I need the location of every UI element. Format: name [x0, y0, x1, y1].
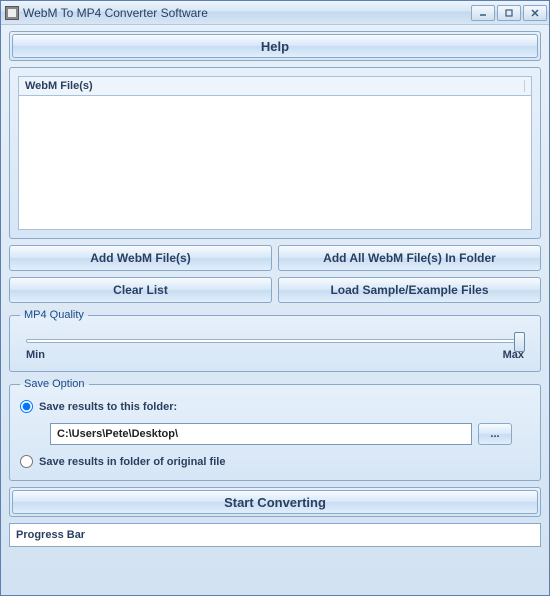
add-files-button[interactable]: Add WebM File(s): [9, 245, 272, 271]
maximize-button[interactable]: [497, 5, 521, 21]
save-path-input[interactable]: [50, 423, 472, 445]
save-to-folder-row[interactable]: Save results to this folder:: [20, 400, 530, 413]
progress-label: Progress Bar: [16, 529, 85, 541]
save-path-row: ...: [20, 415, 530, 453]
main-window: WebM To MP4 Converter Software Help WebM…: [0, 0, 550, 596]
quality-min-label: Min: [26, 349, 45, 361]
button-row-1: Add WebM File(s) Add All WebM File(s) In…: [9, 245, 541, 271]
app-icon: [5, 6, 19, 20]
quality-slider-wrap: Min Max: [20, 329, 530, 361]
titlebar: WebM To MP4 Converter Software: [1, 1, 549, 25]
progress-bar: Progress Bar: [9, 523, 541, 547]
file-list-header-label: WebM File(s): [25, 80, 524, 92]
file-list-header: WebM File(s): [18, 76, 532, 95]
column-divider: [524, 80, 525, 92]
quality-group: MP4 Quality Min Max: [9, 309, 541, 372]
window-title: WebM To MP4 Converter Software: [23, 6, 469, 20]
load-sample-button[interactable]: Load Sample/Example Files: [278, 277, 541, 303]
save-original-label: Save results in folder of original file: [39, 456, 225, 468]
file-list-panel: WebM File(s): [9, 67, 541, 239]
quality-labels: Min Max: [24, 349, 526, 361]
save-option-group: Save Option Save results to this folder:…: [9, 378, 541, 481]
file-list-body[interactable]: [18, 95, 532, 230]
save-original-radio[interactable]: [20, 455, 33, 468]
add-folder-button[interactable]: Add All WebM File(s) In Folder: [278, 245, 541, 271]
quality-slider-thumb[interactable]: [514, 332, 525, 352]
quality-legend: MP4 Quality: [20, 309, 88, 321]
minimize-button[interactable]: [471, 5, 495, 21]
save-option-legend: Save Option: [20, 378, 89, 390]
quality-slider[interactable]: [26, 339, 524, 343]
close-button[interactable]: [523, 5, 547, 21]
save-to-folder-radio[interactable]: [20, 400, 33, 413]
save-to-folder-label: Save results to this folder:: [39, 401, 177, 413]
save-original-row[interactable]: Save results in folder of original file: [20, 455, 530, 468]
button-row-2: Clear List Load Sample/Example Files: [9, 277, 541, 303]
help-button[interactable]: Help: [12, 34, 538, 58]
browse-button[interactable]: ...: [478, 423, 512, 445]
help-panel: Help: [9, 31, 541, 61]
start-panel: Start Converting: [9, 487, 541, 517]
client-area: Help WebM File(s) Add WebM File(s) Add A…: [1, 25, 549, 595]
clear-list-button[interactable]: Clear List: [9, 277, 272, 303]
start-converting-button[interactable]: Start Converting: [12, 490, 538, 514]
